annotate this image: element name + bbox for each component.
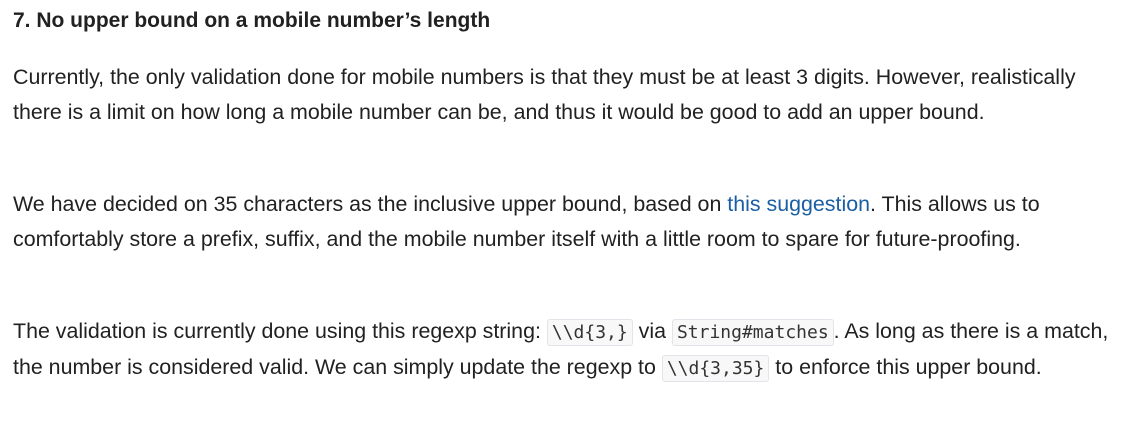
inline-code-current-regexp: \\d{3,}	[546, 319, 633, 346]
paragraph-regexp: The validation is currently done using t…	[13, 314, 1125, 387]
paragraph-text: to enforce this upper bound.	[769, 355, 1042, 380]
suggestion-link[interactable]: this suggestion	[727, 192, 870, 216]
paragraph-validation: Currently, the only validation done for …	[13, 65, 1076, 125]
inline-code-method: String#matches	[671, 319, 834, 346]
paragraph-upper-bound: We have decided on 35 characters as the …	[13, 187, 1125, 258]
paragraph-text: The validation is currently done using t…	[13, 319, 547, 343]
paragraph-text: via	[632, 319, 672, 343]
inline-code-new-regexp: \\d{3,35}	[661, 355, 770, 383]
section-heading: 7. No upper bound on a mobile number’s l…	[13, 9, 491, 32]
paragraph-text: We have decided on 35 characters as the …	[13, 192, 728, 216]
